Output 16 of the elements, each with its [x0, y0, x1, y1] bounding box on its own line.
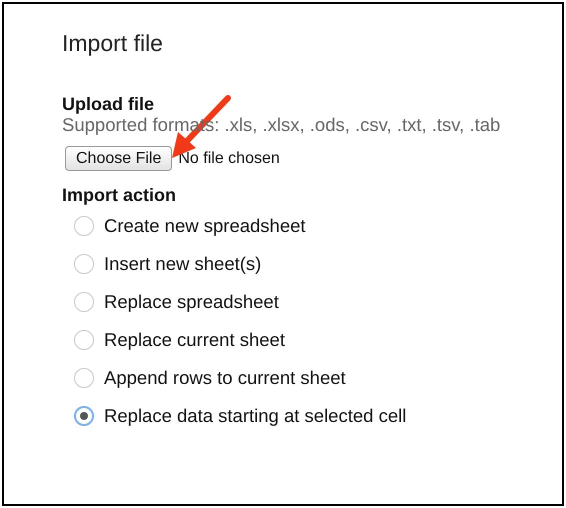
- option-label: Append rows to current sheet: [104, 367, 346, 389]
- option-label: Replace data starting at selected cell: [104, 405, 406, 427]
- choose-file-button[interactable]: Choose File: [65, 146, 172, 171]
- option-label: Insert new sheet(s): [104, 253, 262, 275]
- option-label: Replace spreadsheet: [104, 291, 279, 313]
- section-heading: Upload file: [62, 94, 156, 114]
- option-label: Replace current sheet: [104, 329, 285, 351]
- radio-button[interactable]: [74, 406, 94, 426]
- radio-button[interactable]: [74, 254, 94, 274]
- option-label: Create new spreadsheet: [104, 215, 306, 237]
- radio-button[interactable]: [74, 292, 94, 312]
- radio-button[interactable]: [74, 330, 94, 350]
- section-heading: Import action: [62, 185, 178, 205]
- radio-button[interactable]: [74, 368, 94, 388]
- dialog-title: Import file: [62, 30, 164, 56]
- radio-button[interactable]: [74, 216, 94, 236]
